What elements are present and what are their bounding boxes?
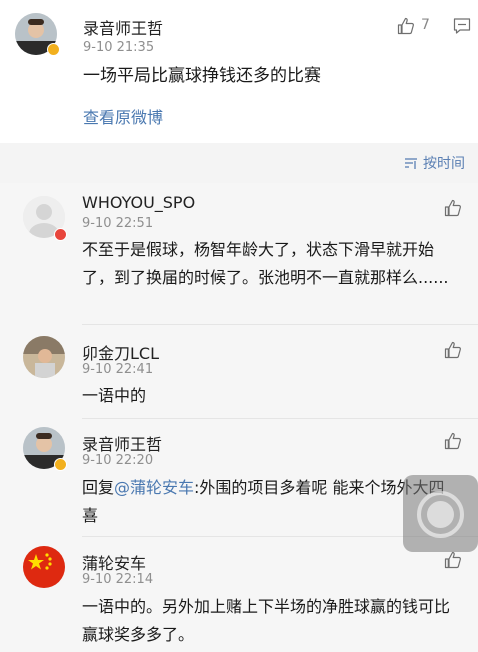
comment-timestamp: 9-10 22:51 (82, 216, 154, 231)
comment-text: 回复@蒲轮安车:外围的项目多着呢 能来个场外大四喜 (82, 474, 454, 530)
verified-badge-icon (54, 458, 67, 471)
comment-timestamp: 9-10 22:41 (82, 362, 154, 377)
thumbs-up-icon[interactable] (396, 16, 416, 36)
china-flag-avatar (23, 546, 65, 588)
thumbs-up-icon[interactable] (443, 340, 463, 360)
post-card: 录音师王哲 9-10 21:35 7 一场平局比赢球挣钱还多的比赛 查看原微博 (0, 0, 478, 143)
post-text: 一场平局比赢球挣钱还多的比赛 (83, 66, 321, 86)
comment-author-name[interactable]: WHOYOU_SPO (82, 193, 195, 212)
comment-timestamp: 9-10 22:14 (82, 572, 154, 587)
reply-prefix: 回复 (82, 478, 115, 497)
comment-timestamp: 9-10 22:20 (82, 453, 154, 468)
assistive-touch-ring-icon (417, 491, 464, 538)
thumbs-up-icon[interactable] (443, 550, 463, 570)
comment-author-name[interactable]: 蒲轮安车 (82, 550, 146, 574)
sort-icon (405, 158, 417, 169)
thumbs-up-icon[interactable] (443, 198, 463, 218)
thumbs-up-icon[interactable] (443, 431, 463, 451)
avatar[interactable] (23, 336, 65, 378)
post-timestamp: 9-10 21:35 (83, 40, 155, 55)
comment-sort-bar: 按时间 (0, 143, 478, 183)
assistive-touch-core (427, 501, 454, 528)
avatar-photo (23, 336, 65, 378)
avatar[interactable] (23, 546, 65, 588)
divider (82, 418, 478, 419)
comment-icon[interactable] (452, 16, 472, 36)
like-count: 7 (421, 17, 430, 33)
comment-text: 一语中的 (82, 386, 147, 405)
comment-text: 不至于是假球，杨智年龄大了，状态下滑早就开始了，到了换届的时候了。张池明不一直就… (82, 240, 449, 287)
comment-author-name[interactable]: 卯金刀LCL (82, 340, 159, 364)
verified-badge-icon (47, 43, 60, 56)
alert-badge-icon (54, 228, 67, 241)
mention-link[interactable]: @蒲轮安车 (114, 478, 194, 497)
view-original-link[interactable]: 查看原微博 (83, 104, 163, 132)
comment-author-name[interactable]: 录音师王哲 (82, 431, 162, 455)
divider (82, 324, 478, 325)
comment-text: 一语中的。另外加上赌上下半场的净胜球赢的钱可比赢球奖多多了。 (82, 597, 451, 644)
assistive-touch-button[interactable] (403, 475, 478, 552)
sort-by-time-button[interactable]: 按时间 (404, 153, 465, 173)
sort-label: 按时间 (423, 156, 465, 172)
post-author-name[interactable]: 录音师王哲 (83, 15, 163, 39)
